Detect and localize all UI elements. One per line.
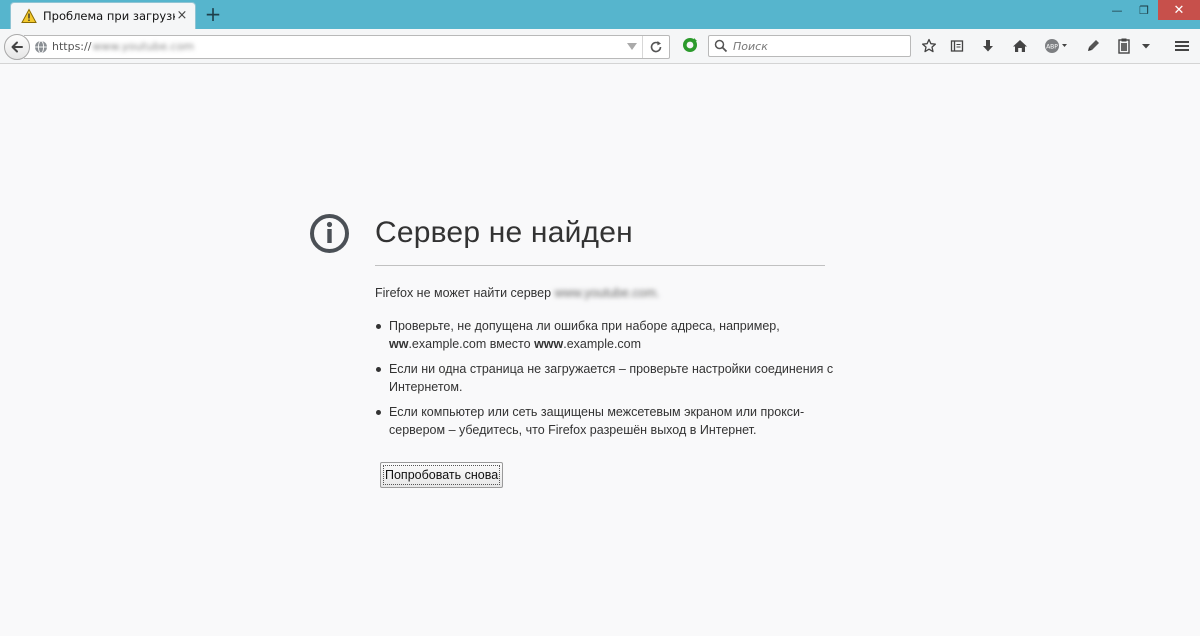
url-host: www.youtube.com (92, 40, 195, 53)
adblock-icon: ABP (1045, 39, 1067, 53)
description-host: www.youtube.com. (554, 286, 660, 300)
globe-icon (35, 40, 47, 54)
url-bar[interactable]: https://www.youtube.com (24, 35, 670, 59)
tab-active[interactable]: Проблема при загрузке ... × (10, 2, 196, 29)
new-tab-button[interactable]: + (204, 4, 222, 24)
maximize-button[interactable]: ❐ (1131, 0, 1157, 20)
error-description: Firefox не может найти сервер www.youtub… (375, 286, 660, 300)
url-history-dropdown-icon[interactable] (627, 43, 637, 50)
pen-extension-button[interactable] (1083, 36, 1103, 56)
url-scheme: https:// (52, 40, 92, 53)
try-again-button[interactable]: Попробовать снова (380, 462, 504, 488)
info-icon (310, 214, 349, 253)
search-icon (714, 39, 728, 53)
tab-title: Проблема при загрузке ... (43, 9, 175, 23)
tip1-bold-example: www (534, 337, 564, 351)
title-divider (375, 265, 825, 266)
green-extension-icon[interactable] (681, 36, 699, 54)
pen-icon (1088, 40, 1099, 51)
reload-icon[interactable] (648, 39, 664, 55)
menu-icon (1175, 41, 1189, 51)
overflow-dropdown[interactable] (1139, 36, 1153, 56)
search-placeholder: Поиск (733, 40, 768, 53)
menu-button[interactable] (1172, 36, 1192, 56)
tip1-bold-example: ww (389, 337, 409, 351)
tip2-text: Если ни одна страница не загружается – п… (389, 362, 834, 394)
tip1-text: Проверьте, не допущена ли ошибка при наб… (389, 319, 780, 333)
tab-close-icon[interactable]: × (175, 9, 189, 23)
clipboard-icon (1118, 38, 1130, 54)
description-text: Firefox не может найти сервер (375, 286, 552, 300)
list-item: Если компьютер или сеть защищены межсете… (375, 403, 845, 439)
close-window-button[interactable]: ✕ (1158, 0, 1200, 20)
clipboard-button[interactable] (1114, 36, 1134, 56)
list-item: Если ни одна страница не загружается – п… (375, 360, 845, 396)
reading-list-button[interactable] (947, 36, 967, 56)
minimize-button[interactable]: — (1104, 0, 1130, 20)
bookmark-star-button[interactable] (919, 36, 939, 56)
bookmark-star-icon (921, 38, 937, 53)
url-text[interactable]: https://www.youtube.com (52, 40, 194, 53)
chevron-down-icon (1142, 44, 1150, 49)
list-item: Проверьте, не допущена ли ошибка при наб… (375, 317, 845, 353)
url-separator (642, 36, 643, 58)
tip1-text: .example.com (563, 337, 642, 351)
warning-icon (21, 8, 37, 23)
back-button[interactable] (4, 34, 30, 60)
downloads-button[interactable] (978, 36, 998, 56)
tip3-text: Если компьютер или сеть защищены межсете… (389, 405, 805, 437)
back-arrow-icon (11, 41, 23, 53)
error-title: Сервер не найден (375, 216, 633, 249)
home-icon (1013, 40, 1027, 52)
home-button[interactable] (1010, 36, 1030, 56)
title-bar: Проблема при загрузке ... × + — ❐ ✕ (0, 0, 1200, 29)
adblock-button[interactable]: ABP (1043, 36, 1071, 56)
download-icon (983, 40, 993, 52)
svg-text:ABP: ABP (1046, 44, 1058, 51)
tip1-text: .example.com вместо (408, 337, 531, 351)
search-bar[interactable]: Поиск (708, 35, 911, 57)
error-tips-list: Проверьте, не допущена ли ошибка при наб… (375, 317, 845, 446)
reading-list-icon (950, 40, 964, 52)
